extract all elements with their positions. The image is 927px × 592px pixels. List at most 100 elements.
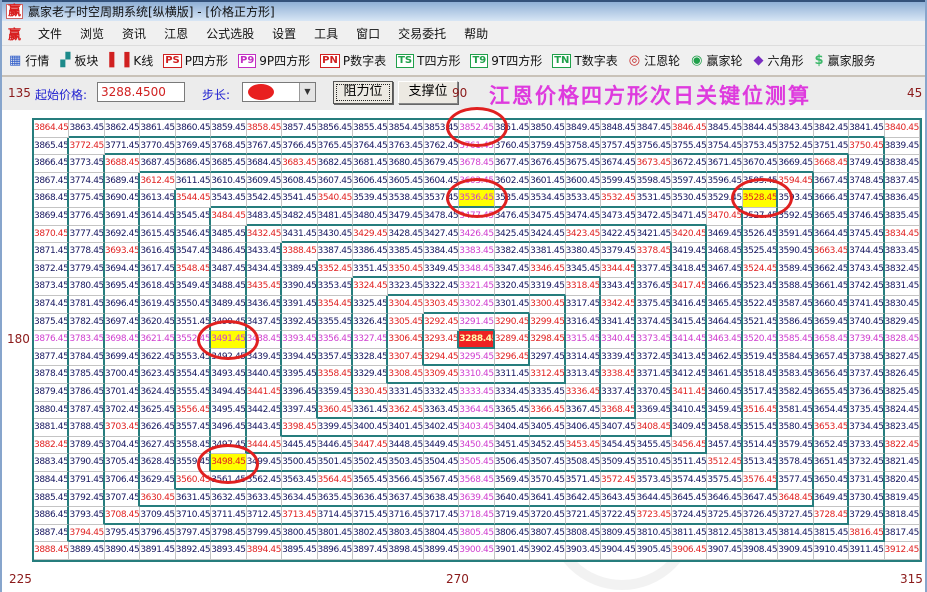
- toolbar-button-winner-wheel[interactable]: ◉ 赢家轮: [690, 52, 742, 69]
- price-cell: 3859.45: [211, 120, 247, 138]
- price-cell: 3727.45: [778, 507, 814, 525]
- price-cell: 3785.45: [69, 366, 105, 384]
- resistance-button[interactable]: 阻力位: [333, 81, 393, 104]
- menu-item-公式选股[interactable]: 公式选股: [197, 22, 263, 45]
- menu-item-文件[interactable]: 文件: [29, 22, 71, 45]
- price-cell: 3537.45: [423, 190, 460, 208]
- menu-item-交易委托[interactable]: 交易委托: [389, 22, 455, 45]
- price-cell: 3906.45: [671, 542, 708, 560]
- price-cell: 3502.45: [352, 454, 389, 472]
- price-cell: 3475.45: [530, 208, 566, 226]
- price-cell: 3714.45: [317, 507, 353, 525]
- price-cell: 3355.45: [317, 313, 353, 332]
- price-cell: 3840.45: [884, 120, 920, 138]
- blocks-icon: ▞: [60, 53, 71, 68]
- price-cell: 3748.45: [849, 172, 885, 191]
- toolbar-button-sectors[interactable]: ▞ 板块: [59, 52, 98, 69]
- toolbar-button-kline[interactable]: ▌▐ K线: [108, 52, 153, 69]
- toolbar-button-hexagon[interactable]: ◆ 六角形: [753, 52, 804, 69]
- controls-row: 135 起始价格: 步长: ▼ 阻力位 支撑位 90 江恩价格四方形次日关键位测…: [2, 77, 925, 110]
- price-cell: 3646.45: [707, 489, 743, 508]
- price-cell: 3391.45: [282, 296, 318, 314]
- price-cell: 3688.45: [104, 155, 141, 173]
- price-cell: 3644.45: [636, 489, 672, 508]
- price-cell: 3403.45: [459, 419, 495, 437]
- price-cell: 3631.45: [175, 489, 212, 508]
- price-cell: 3463.45: [707, 331, 743, 349]
- support-button[interactable]: 支撑位: [398, 81, 458, 104]
- price-cell: 3505.45: [459, 454, 495, 472]
- price-cell: 3311.45: [494, 366, 531, 384]
- price-cell: 3369.45: [636, 401, 672, 420]
- price-cell: 3804.45: [423, 524, 460, 543]
- dropdown-arrow-icon[interactable]: ▼: [299, 83, 315, 101]
- price-cell: 3740.45: [849, 313, 885, 332]
- price-cell: 3839.45: [884, 137, 920, 156]
- price-cell: 3368.45: [601, 401, 637, 420]
- toolbar-button-t-square[interactable]: TS T四方形: [396, 52, 460, 69]
- price-cell: 3603.45: [459, 172, 495, 191]
- price-cell: 3690.45: [104, 190, 141, 208]
- price-cell: 3489.45: [211, 296, 247, 314]
- price-cell: 3308.45: [388, 366, 424, 384]
- menu-item-窗口[interactable]: 窗口: [347, 22, 389, 45]
- price-cell: 3415.45: [671, 313, 708, 332]
- price-cell: 3524.45: [742, 260, 779, 279]
- toolbar-button-t-table[interactable]: TN T数字表: [552, 52, 618, 69]
- toolbar-button-p-square[interactable]: PS P四方形: [163, 52, 228, 69]
- menu-item-江恩[interactable]: 江恩: [155, 22, 197, 45]
- price-cell: 3382.45: [494, 243, 531, 261]
- toolbar-button-service[interactable]: $ 赢家服务: [814, 52, 876, 69]
- price-cell: 3354.45: [317, 296, 353, 314]
- price-cell: 3572.45: [601, 472, 637, 490]
- menu-item-帮助[interactable]: 帮助: [455, 22, 497, 45]
- price-cell: 3584.45: [778, 348, 814, 367]
- price-cell: 3665.45: [813, 208, 850, 226]
- page-title: 江恩价格四方形次日关键位测算: [489, 84, 811, 108]
- menu-item-设置[interactable]: 设置: [263, 22, 305, 45]
- price-cell: 3513.45: [742, 454, 779, 472]
- price-cell: 3462.45: [707, 348, 743, 367]
- price-cell: 3620.45: [140, 313, 176, 332]
- angle-label-90: 90: [452, 86, 468, 100]
- price-cell: 3738.45: [849, 348, 885, 367]
- price-cell: 3873.45: [34, 278, 70, 296]
- toolbar-button-p-table[interactable]: PN P数字表: [320, 52, 386, 69]
- price-cell: 3556.45: [175, 401, 212, 420]
- price-cell: 3682.45: [317, 155, 353, 173]
- price-cell: 3482.45: [282, 208, 318, 226]
- step-dropdown[interactable]: ▼: [242, 82, 316, 102]
- menu-item-浏览[interactable]: 浏览: [71, 22, 113, 45]
- price-cell: 3296.45: [494, 348, 531, 367]
- menu-item-工具[interactable]: 工具: [305, 22, 347, 45]
- toolbar-button-9t-square[interactable]: T9 9T四方形: [470, 52, 542, 69]
- price-cell: 3842.45: [813, 120, 850, 138]
- menu-item-资讯[interactable]: 资讯: [113, 22, 155, 45]
- price-cell: 3501.45: [317, 454, 353, 472]
- angle-label-45: 45: [907, 86, 923, 100]
- price-cell: 3520.45: [742, 331, 779, 349]
- price-cell: 3416.45: [671, 296, 708, 314]
- price-cell: 3860.45: [175, 120, 212, 138]
- price-cell: 3855.45: [352, 120, 389, 138]
- price-cell: 3675.45: [565, 155, 602, 173]
- price-cell: 3697.45: [104, 313, 141, 332]
- price-cell: 3629.45: [140, 472, 176, 490]
- toolbar-button-gann-wheel[interactable]: ◎ 江恩轮: [628, 52, 680, 69]
- toolbar-button-9p-square[interactable]: P9 9P四方形: [237, 52, 310, 69]
- price-cell: 3442.45: [246, 401, 283, 420]
- price-cell: 3681.45: [352, 155, 389, 173]
- price-cell: 3866.45: [34, 155, 70, 173]
- start-price-input[interactable]: [97, 82, 185, 102]
- price-cell: 3411.45: [671, 384, 708, 402]
- price-cell: 3608.45: [282, 172, 318, 191]
- price-cell: 3769.45: [175, 137, 212, 156]
- toolbar-button-quotes[interactable]: ▦ 行情: [8, 52, 49, 69]
- price-cell: 3289.45: [494, 331, 531, 349]
- price-cell: 3845.45: [707, 120, 743, 138]
- price-cell: 3310.45: [459, 366, 495, 384]
- price-cell: 3713.45: [282, 507, 318, 525]
- price-cell: 3580.45: [778, 419, 814, 437]
- price-cell: 3454.45: [601, 436, 637, 455]
- price-cell: 3598.45: [636, 172, 672, 191]
